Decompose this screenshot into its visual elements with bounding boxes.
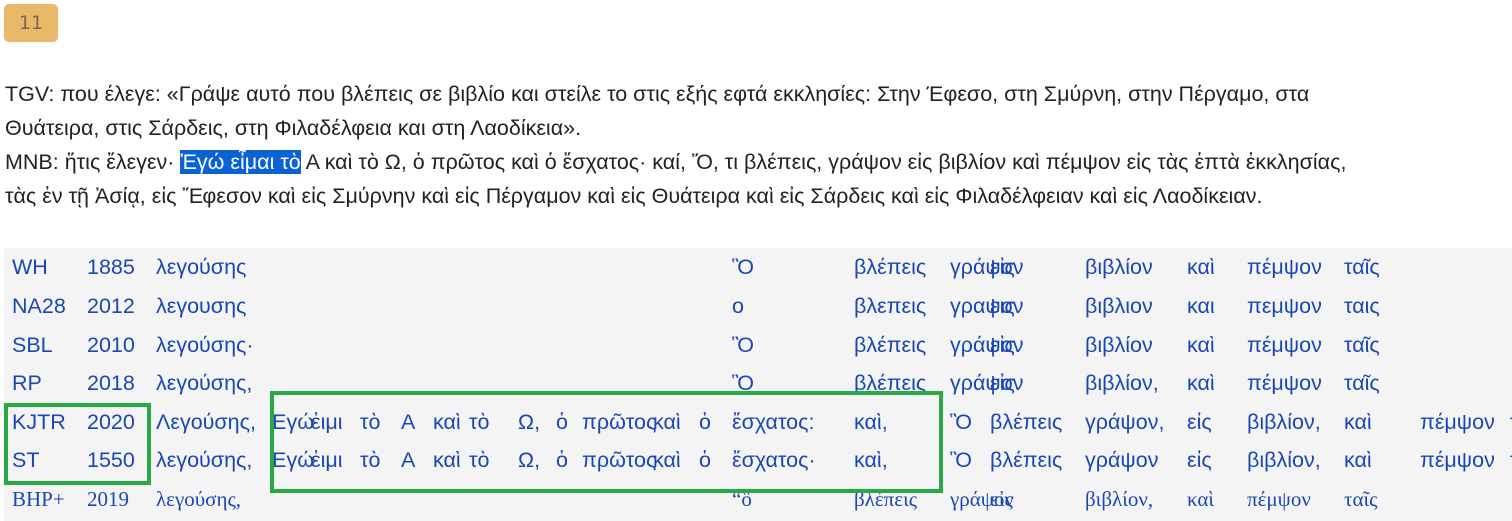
edition-word-link[interactable]: βιβλίον,: [1247, 410, 1321, 435]
edition-word-link[interactable]: ταῖς: [1344, 487, 1377, 512]
edition-word-link[interactable]: πέμψον: [1420, 448, 1495, 473]
tgv-translation-line-2: Θυάτειρα, στις Σάρδεις, στη Φιλαδέλφεια …: [5, 116, 582, 140]
edition-year: 2019: [87, 487, 129, 511]
edition-word-link[interactable]: καὶ: [1187, 371, 1215, 396]
edition-word-link[interactable]: εἰς: [990, 333, 1015, 358]
edition-word-link[interactable]: λεγούσης: [156, 255, 246, 280]
edition-word-link[interactable]: γράψον,: [1085, 410, 1164, 435]
mnb-translation-line-2: τὰς ἐν τῇ Ἀσίᾳ, εἰς Ἔφεσον καὶ εἰς Σμύρν…: [5, 184, 1263, 208]
edition-word-link[interactable]: βιβλίον: [1085, 333, 1153, 358]
edition-word-link[interactable]: λεγουσης: [156, 294, 246, 319]
edition-name-link[interactable]: RP: [12, 371, 42, 396]
edition-word-link[interactable]: πεμψον: [1247, 294, 1322, 319]
edition-word-link[interactable]: Ὃ: [732, 255, 754, 280]
edition-word-link[interactable]: καὶ: [1187, 255, 1215, 280]
edition-word-link[interactable]: καὶ: [1344, 410, 1372, 435]
edition-highlight-box: [4, 403, 151, 485]
edition-word-link[interactable]: πέμψον: [1247, 487, 1311, 512]
edition-word-link[interactable]: εἰς: [1187, 410, 1212, 435]
edition-word-link[interactable]: βιβλίον,: [1085, 487, 1153, 512]
edition-name-link[interactable]: BHP+: [12, 487, 65, 512]
edition-word-link[interactable]: ταῖς: [1344, 371, 1380, 396]
edition-word-link[interactable]: γράψον: [1085, 448, 1158, 473]
edition-word-link[interactable]: εις: [990, 294, 1015, 319]
edition-word-link[interactable]: ταῖς: [1344, 255, 1380, 280]
edition-word-link[interactable]: εἰς: [990, 487, 1013, 512]
edition-word-link[interactable]: ταῖς: [1344, 333, 1380, 358]
edition-word-link[interactable]: βιβλίον,: [1085, 371, 1159, 396]
edition-word-link[interactable]: λεγούσης,: [156, 487, 241, 512]
edition-word-link[interactable]: και: [1187, 294, 1215, 319]
tgv-translation-line-1: TGV: που έλεγε: «Γράψε αυτό που βλέπεις …: [5, 82, 1310, 106]
edition-word-link[interactable]: λεγούσης,: [156, 371, 252, 396]
edition-word-link[interactable]: πέμψον: [1247, 371, 1322, 396]
edition-word-link[interactable]: εἰς: [990, 371, 1015, 396]
mnb-continuation: Α καὶ τὸ Ω, ὁ πρῶτος καὶ ὁ ἔσχατος· καί,…: [300, 150, 1347, 174]
edition-word-link[interactable]: βλέπεις: [990, 410, 1062, 435]
edition-word-link[interactable]: Ὃ: [950, 410, 972, 435]
edition-year: 2010: [87, 333, 135, 357]
edition-word-link[interactable]: εἰς: [1187, 448, 1212, 473]
edition-word-link[interactable]: βλέπεις: [854, 333, 926, 358]
verse-number-badge[interactable]: 11: [4, 4, 58, 42]
edition-word-link[interactable]: βιβλίον: [1085, 255, 1153, 280]
edition-word-link[interactable]: εἰς: [990, 255, 1015, 280]
edition-word-link[interactable]: βιβλιον: [1085, 294, 1153, 319]
edition-name-link[interactable]: NA28: [12, 294, 66, 319]
edition-word-link[interactable]: πέμψον: [1247, 255, 1322, 280]
edition-year: 2018: [87, 371, 135, 395]
edition-word-link[interactable]: ταις: [1344, 294, 1380, 319]
edition-year: 2012: [87, 294, 135, 318]
edition-word-link[interactable]: καὶ: [1344, 448, 1372, 473]
phrase-highlight-box: [270, 391, 943, 493]
edition-word-link[interactable]: καὶ: [1187, 333, 1215, 358]
edition-word-link[interactable]: βλέπεις: [854, 255, 926, 280]
edition-word-link[interactable]: βλεπεις: [854, 294, 926, 319]
edition-word-link[interactable]: Ὃ: [950, 448, 972, 473]
edition-word-link[interactable]: πέμψον: [1247, 333, 1322, 358]
edition-word-link[interactable]: ο: [732, 294, 744, 319]
edition-word-link[interactable]: βλέπεις: [990, 448, 1062, 473]
edition-word-link[interactable]: πέμψον: [1420, 410, 1495, 435]
edition-name-link[interactable]: SBL: [12, 333, 53, 358]
edition-word-link[interactable]: Λεγούσης,: [156, 410, 256, 435]
edition-word-link[interactable]: Ὃ: [732, 333, 754, 358]
edition-word-link[interactable]: βιβλίον,: [1247, 448, 1321, 473]
edition-year: 1885: [87, 255, 135, 279]
edition-name-link[interactable]: WH: [12, 255, 48, 280]
selected-text-highlight[interactable]: Ἐγώ εἶμαι τὸ: [180, 150, 301, 174]
mnb-translation-line-1: MNB: ἥτις ἔλεγεν· Ἐγώ εἶμαι τὸ Α καὶ τὸ …: [5, 150, 1346, 175]
edition-word-link[interactable]: καὶ: [1187, 487, 1214, 512]
edition-word-link[interactable]: λεγούσης·: [156, 333, 254, 358]
mnb-prefix: MNB: ἥτις ἔλεγεν·: [5, 150, 181, 174]
edition-word-link[interactable]: λεγούσης,: [156, 448, 252, 473]
